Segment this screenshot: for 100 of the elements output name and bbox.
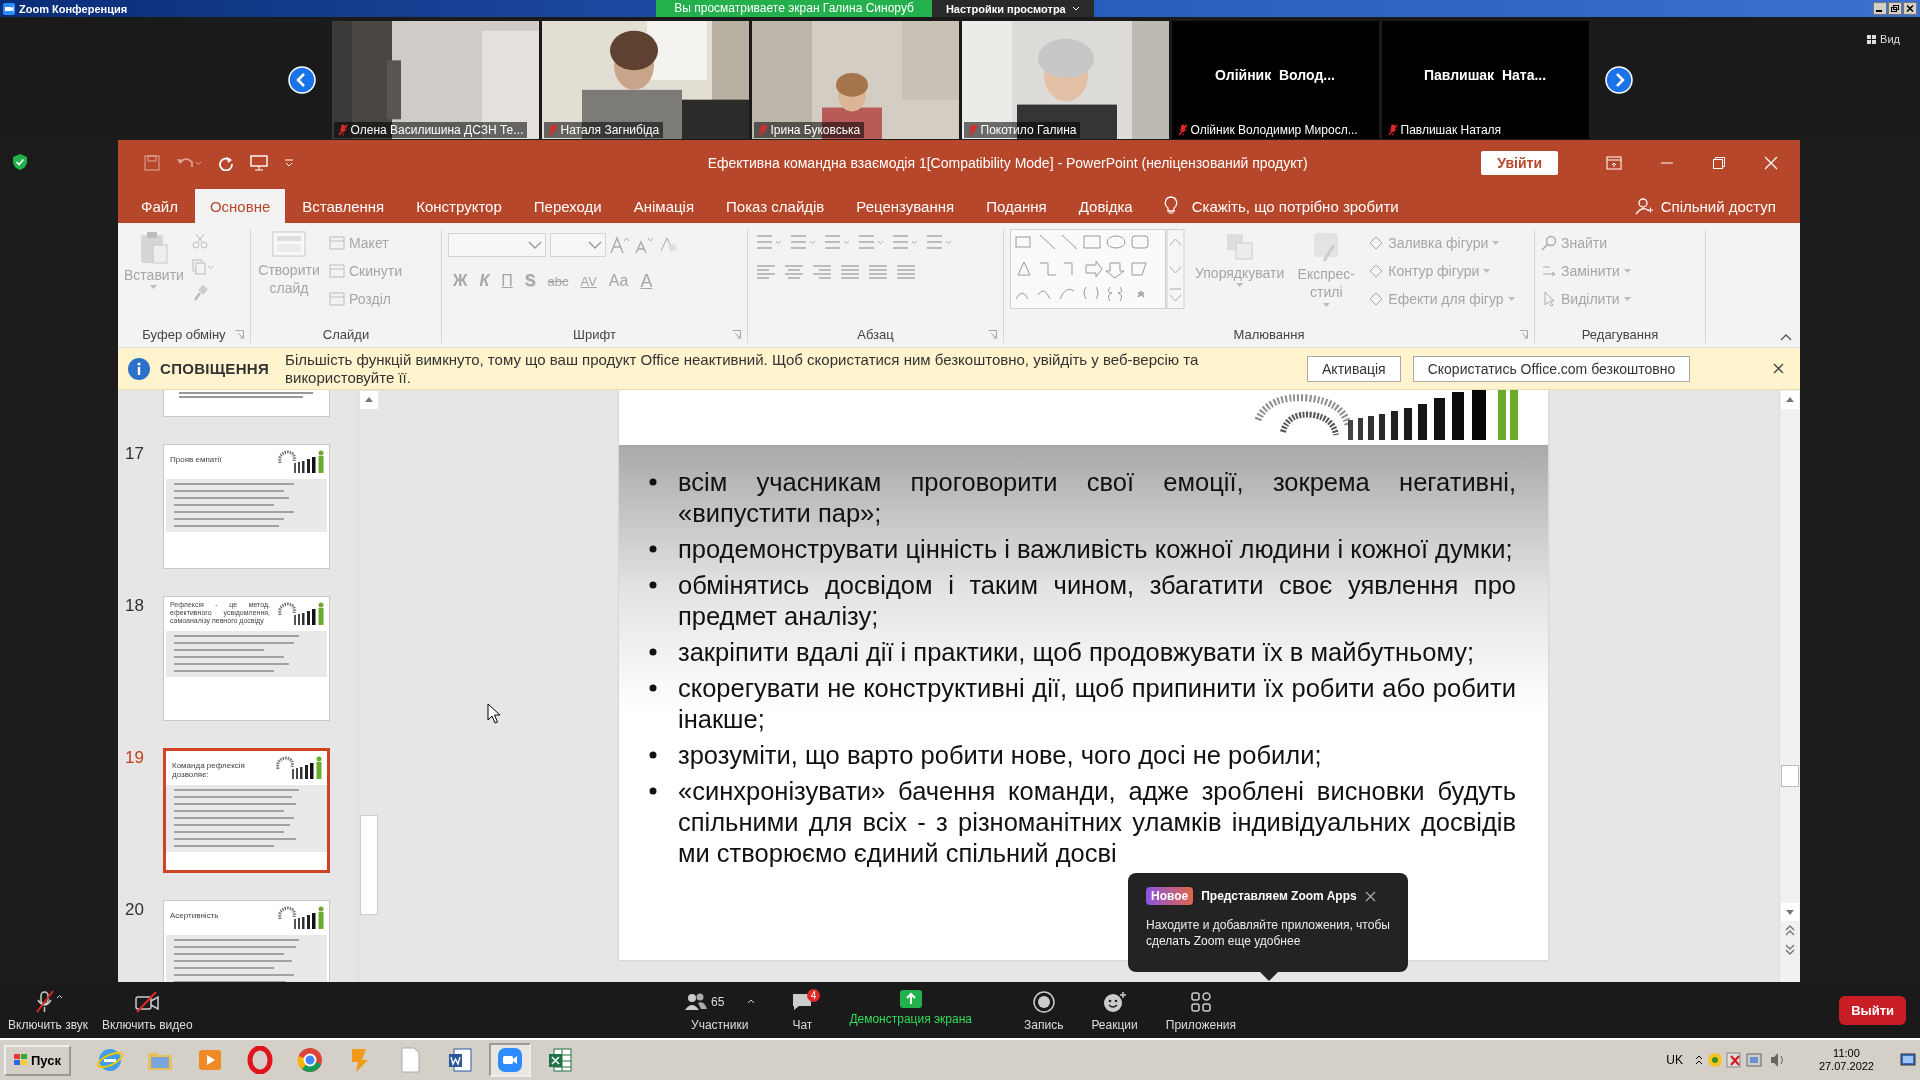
meeting-control[interactable]: Включить видео	[102, 988, 193, 1032]
ribbon-tab[interactable]: Переходи	[518, 189, 617, 223]
group-label: Малювання	[1233, 326, 1305, 342]
dialog-launcher-icon[interactable]	[988, 330, 997, 339]
dialog-launcher-icon[interactable]	[732, 330, 741, 339]
tell-me-field[interactable]: Скажіть, що потрібно зробити	[1191, 197, 1399, 215]
restore-icon[interactable]	[1888, 2, 1902, 15]
start-button[interactable]: Пуск	[4, 1044, 71, 1076]
clock-time[interactable]: 11:00	[1833, 1047, 1860, 1060]
justify-icon[interactable]	[838, 263, 862, 281]
caret-icon	[1492, 241, 1500, 245]
decrease-indent-icon[interactable]	[822, 233, 852, 251]
people-icon	[274, 755, 324, 781]
copy-icon[interactable]	[191, 259, 214, 275]
next-page-button[interactable]	[1604, 65, 1633, 94]
bullets-icon[interactable]	[754, 233, 784, 251]
close-icon[interactable]	[1773, 363, 1784, 374]
scroll-up-icon[interactable]	[1780, 390, 1800, 410]
sign-in-button[interactable]: Увійти	[1481, 151, 1558, 175]
meeting-control[interactable]: Приложения	[1165, 988, 1236, 1032]
brush-icon[interactable]	[191, 285, 208, 301]
ribbon-tab[interactable]: Показ слайдів	[711, 189, 840, 223]
close-icon[interactable]	[1364, 890, 1376, 902]
clock-date[interactable]: 27.07.2022	[1818, 1060, 1874, 1073]
scissors-icon[interactable]	[191, 233, 208, 249]
align-center-icon[interactable]	[782, 263, 806, 281]
people-icon	[276, 601, 326, 627]
slide-icon	[272, 231, 306, 259]
align-text-icon[interactable]	[894, 263, 918, 281]
font-size-field[interactable]	[550, 233, 606, 257]
popup-title: Представляем Zoom Apps	[1201, 889, 1357, 903]
document-app-icon	[446, 1046, 474, 1074]
shapes-gallery[interactable]	[1010, 229, 1185, 309]
align-left-icon[interactable]	[754, 263, 778, 281]
leave-button[interactable]: Выйти	[1839, 995, 1906, 1025]
font-name-field[interactable]	[448, 233, 546, 257]
redo-icon[interactable]	[218, 155, 234, 171]
ribbon-tab[interactable]: Вставлення	[287, 189, 400, 223]
slide-thumbnail[interactable]: Команда рефлексія дозволяє:	[163, 748, 330, 873]
collapse-ribbon-icon[interactable]	[1780, 333, 1792, 341]
bullet-icon	[649, 478, 657, 486]
increase-indent-icon[interactable]	[856, 233, 886, 251]
layout-icon	[329, 264, 345, 278]
columns-icon[interactable]	[866, 263, 890, 281]
notification-button[interactable]: Активація	[1307, 355, 1401, 382]
meeting-control[interactable]: Реакции	[1091, 988, 1138, 1032]
scrollbar-thumb[interactable]	[360, 815, 378, 915]
meeting-control[interactable]: Включить звук	[8, 988, 89, 1032]
participant-name: Покотило Галина	[980, 122, 1077, 137]
ribbon-display-icon[interactable]	[1606, 156, 1622, 170]
numbering-icon[interactable]	[788, 233, 818, 251]
previous-page-button[interactable]	[287, 65, 316, 94]
ribbon-tab[interactable]: Довідка	[1063, 189, 1148, 223]
scrollbar-thumb[interactable]	[1781, 765, 1799, 787]
ribbon-tab[interactable]: Рецензування	[841, 189, 970, 223]
text-direction-icon[interactable]	[924, 233, 954, 251]
ribbon-tab[interactable]: Анімація	[618, 189, 710, 223]
line-spacing-icon[interactable]	[890, 233, 920, 251]
meeting-control[interactable]: 4 Чат	[783, 988, 822, 1032]
tricolor-circle-icon	[296, 1046, 324, 1074]
dialog-launcher-icon[interactable]	[1519, 330, 1528, 339]
bullet-icon	[649, 787, 657, 795]
share-button[interactable]: Спільний доступ	[1660, 197, 1776, 215]
view-button[interactable]: Вид	[1861, 32, 1906, 46]
taskbar-button[interactable]	[489, 1043, 531, 1077]
info-icon	[128, 357, 150, 380]
view-options-button[interactable]: Настройки просмотра	[931, 0, 1094, 17]
participant-count: 65	[711, 994, 725, 1009]
notification-button[interactable]: Скористатись Office.com безкоштовно	[1412, 355, 1691, 382]
presentation-icon[interactable]	[250, 155, 268, 171]
caret-icon[interactable]	[284, 159, 294, 167]
show-desktop-icon[interactable]	[1900, 1052, 1916, 1068]
minimize-icon[interactable]	[1873, 2, 1887, 15]
caret-icon	[150, 285, 158, 289]
person-icon	[1634, 197, 1653, 215]
language-indicator[interactable]: UK	[1666, 1053, 1683, 1067]
dialog-launcher-icon[interactable]	[235, 330, 244, 339]
caret-icon	[1236, 283, 1244, 287]
caret-icon	[1507, 297, 1515, 301]
decrease-font-icon[interactable]	[634, 236, 654, 254]
slide-thumbnail[interactable]: Прояв емпатії	[163, 444, 330, 569]
scroll-down-icon[interactable]	[1780, 902, 1800, 922]
meeting-control[interactable]: 65 Участники	[684, 988, 756, 1032]
close-icon[interactable]	[1903, 2, 1917, 15]
increase-font-icon[interactable]	[610, 236, 630, 254]
smiley-icon	[1102, 990, 1127, 1013]
save-icon[interactable]	[144, 155, 160, 171]
slide-thumbnail[interactable]: Асертивність	[163, 900, 330, 982]
ribbon-tab[interactable]: Основне	[194, 189, 286, 223]
video-camera-icon	[496, 1046, 524, 1074]
ribbon-tab[interactable]: Подання	[971, 189, 1062, 223]
ribbon-tab[interactable]: Файл	[126, 189, 193, 223]
scroll-up-icon[interactable]	[359, 390, 379, 410]
ribbon-tab[interactable]: Конструктор	[401, 189, 517, 223]
scrollbar[interactable]	[1779, 390, 1800, 982]
eraser-icon[interactable]	[658, 236, 678, 254]
align-right-icon[interactable]	[810, 263, 834, 281]
scrollbar[interactable]	[358, 390, 379, 982]
meeting-control[interactable]: Запись	[1024, 988, 1064, 1032]
slide-thumbnail[interactable]	[163, 390, 330, 417]
